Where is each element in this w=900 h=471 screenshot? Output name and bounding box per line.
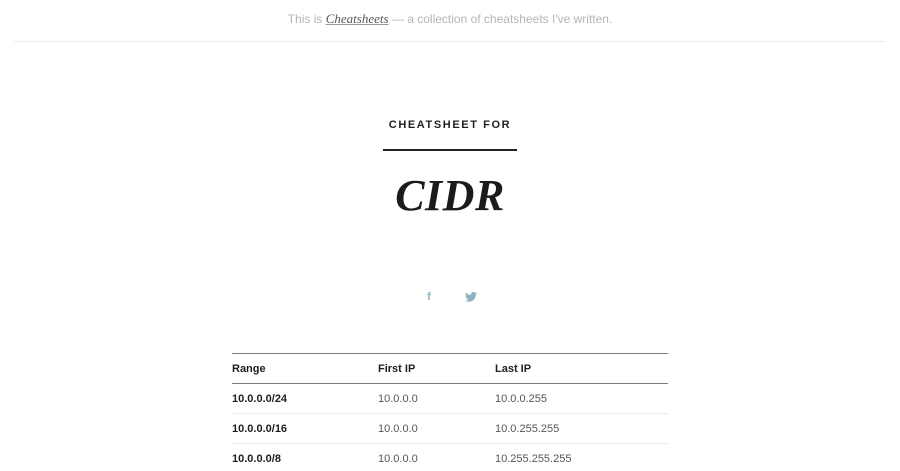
first-ip-cell: 10.0.0.0 bbox=[378, 383, 495, 414]
range-cell: 10.0.0.0/8 bbox=[232, 443, 378, 471]
site-intro-bar: This is Cheatsheets — a collection of ch… bbox=[14, 0, 886, 42]
first-ip-cell: 10.0.0.0 bbox=[378, 413, 495, 444]
table-row: 10.0.0.0/8 10.0.0.0 10.255.255.255 bbox=[232, 443, 668, 471]
table-row: 10.0.0.0/16 10.0.0.0 10.0.255.255 bbox=[232, 413, 668, 444]
page-title: CIDR bbox=[395, 171, 505, 220]
range-cell: 10.0.0.0/16 bbox=[232, 413, 378, 444]
column-header-range: Range bbox=[232, 362, 266, 375]
kicker-divider bbox=[383, 149, 517, 151]
column-header-last-ip: Last IP bbox=[495, 362, 532, 375]
column-header-first-ip: First IP bbox=[378, 362, 416, 375]
page-kicker: CHEATSHEET FOR bbox=[388, 119, 512, 131]
table-row: 10.0.0.0/24 10.0.0.0 10.0.0.255 bbox=[232, 383, 668, 414]
intro-prefix: This is bbox=[287, 12, 323, 26]
twitter-icon[interactable] bbox=[463, 288, 479, 306]
table-header-row: Range First IP Last IP bbox=[232, 353, 668, 384]
site-home-link[interactable]: Cheatsheets bbox=[326, 11, 389, 26]
last-ip-cell: 10.0.0.255 bbox=[495, 383, 668, 414]
range-cell: 10.0.0.0/24 bbox=[232, 383, 378, 414]
last-ip-cell: 10.255.255.255 bbox=[495, 443, 668, 471]
intro-suffix: — a collection of cheatsheets I've writt… bbox=[391, 12, 613, 26]
last-ip-cell: 10.0.255.255 bbox=[495, 413, 668, 444]
cidr-table: Range First IP Last IP 10.0.0.0/24 10.0.… bbox=[232, 353, 668, 471]
facebook-icon[interactable]: f bbox=[421, 288, 437, 306]
first-ip-cell: 10.0.0.0 bbox=[378, 443, 495, 471]
